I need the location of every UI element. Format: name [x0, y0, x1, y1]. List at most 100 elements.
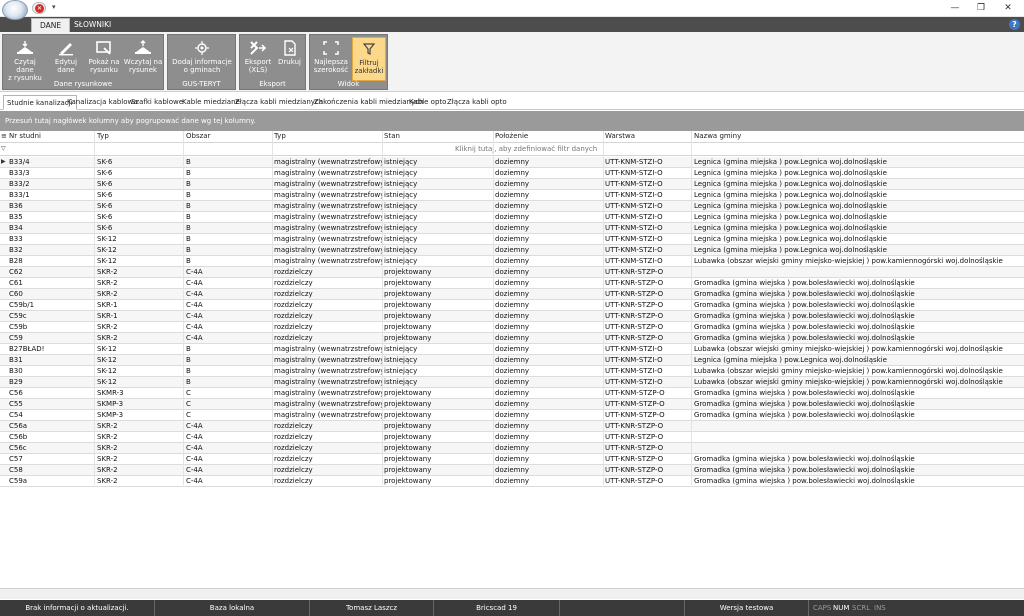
table-cell[interactable]: B [186, 213, 271, 222]
quick-access-close-button[interactable]: ✕ [32, 2, 46, 14]
table-cell[interactable]: UTT-KNM-STZP-O [605, 411, 690, 420]
table-row[interactable]: ▶ B33/4 SK-6 Bmagistralny (wewnatrzstrefowy… [0, 157, 1024, 168]
table-cell[interactable]: SKMP-3 [97, 400, 182, 409]
table-cell[interactable]: C-4A [186, 477, 271, 486]
table-cell[interactable]: istniejący [384, 367, 492, 376]
export-xls-button[interactable]: Eksport (XLS) [242, 37, 274, 81]
table-cell[interactable]: doziemny [495, 257, 603, 266]
table-cell[interactable]: Legnica (gmina miejska ) pow.Legnica woj… [694, 158, 1022, 167]
table-cell[interactable]: rozdzielczy [274, 433, 382, 442]
table-cell[interactable]: UTT-KNR-STZP-O [605, 312, 690, 321]
table-cell[interactable]: Legnica (gmina miejska ) pow.Legnica woj… [694, 180, 1022, 189]
table-cell[interactable]: projektowany [384, 444, 492, 453]
tab-slowniki[interactable]: SŁOWNIKI [66, 18, 119, 32]
table-cell[interactable]: doziemny [495, 224, 603, 233]
table-cell[interactable]: istniejący [384, 356, 492, 365]
table-cell[interactable]: C56c [9, 444, 94, 453]
table-cell[interactable]: B28 [9, 257, 94, 266]
table-cell[interactable]: SKR-1 [97, 301, 182, 310]
column-header-typ-2[interactable]: Typ [274, 132, 382, 140]
table-cell[interactable]: UTT-KNR-STZP-O [605, 444, 690, 453]
table-row[interactable]: C62 SKR-2 C-4A rozdzielczy projektowany dozie… [0, 267, 1024, 278]
table-cell[interactable]: UTT-KNM-STZI-O [605, 180, 690, 189]
table-row[interactable]: C58 SKR-2 C-4A rozdzielczy projektowany dozie… [0, 465, 1024, 476]
table-cell[interactable]: C-4A [186, 279, 271, 288]
table-cell[interactable]: SK-12 [97, 235, 182, 244]
add-municipality-info-button[interactable]: Dodaj informacje o gminach [170, 37, 234, 81]
table-cell[interactable]: istniejący [384, 257, 492, 266]
table-cell[interactable]: B [186, 169, 271, 178]
table-cell[interactable]: doziemny [495, 235, 603, 244]
table-cell[interactable]: SKR-1 [97, 312, 182, 321]
table-cell[interactable]: B [186, 180, 271, 189]
table-row[interactable]: B30 SK-12 Bmagistralny (wewnatrzstrefowy) i… [0, 366, 1024, 377]
table-row[interactable]: C60 SKR-2 C-4A rozdzielczy projektowany dozie… [0, 289, 1024, 300]
table-cell[interactable]: doziemny [495, 202, 603, 211]
table-cell[interactable]: SKMP-3 [97, 411, 182, 420]
table-cell[interactable]: C-4A [186, 466, 271, 475]
table-row[interactable]: B36 SK-6 Bmagistralny (wewnatrzstrefowy) is… [0, 201, 1024, 212]
table-cell[interactable]: B [186, 345, 271, 354]
table-cell[interactable]: C-4A [186, 268, 271, 277]
table-cell[interactable]: istniejący [384, 158, 492, 167]
table-cell[interactable]: SKR-2 [97, 477, 182, 486]
restore-button[interactable]: ❐ [970, 2, 992, 14]
table-cell[interactable]: Gromadka (gmina wiejska ) pow.bolesławie… [694, 400, 1022, 409]
table-cell[interactable]: B [186, 246, 271, 255]
quick-access-dropdown-icon[interactable]: ▾ [52, 3, 56, 11]
table-cell[interactable]: rozdzielczy [274, 334, 382, 343]
table-cell[interactable]: magistralny (wewnatrzstrefowy) [274, 378, 382, 387]
table-cell[interactable]: rozdzielczy [274, 323, 382, 332]
table-cell[interactable]: C-4A [186, 433, 271, 442]
table-cell[interactable]: istniejący [384, 191, 492, 200]
table-cell[interactable]: Gromadka (gmina wiejska ) pow.bolesławie… [694, 477, 1022, 486]
table-row[interactable]: B34 SK-6 Bmagistralny (wewnatrzstrefowy) is… [0, 223, 1024, 234]
table-cell[interactable]: B [186, 224, 271, 233]
table-cell[interactable]: Gromadka (gmina wiejska ) pow.bolesławie… [694, 301, 1022, 310]
table-cell[interactable]: magistralny (wewnatrzstrefowy) [274, 169, 382, 178]
table-cell[interactable]: istniejący [384, 345, 492, 354]
table-cell[interactable]: Gromadka (gmina wiejska ) pow.bolesławie… [694, 455, 1022, 464]
table-cell[interactable]: magistralny (wewnatrzstrefowy) [274, 202, 382, 211]
table-row[interactable]: B35 SK-6 Bmagistralny (wewnatrzstrefowy) is… [0, 212, 1024, 223]
table-cell[interactable]: UTT-KNR-STZP-O [605, 290, 690, 299]
load-to-drawing-button[interactable]: Wczytaj na rysunek [123, 37, 163, 81]
table-cell[interactable]: Gromadka (gmina wiejska ) pow.bolesławie… [694, 312, 1022, 321]
table-cell[interactable]: rozdzielczy [274, 444, 382, 453]
table-cell[interactable]: B [186, 367, 271, 376]
table-cell[interactable]: Legnica (gmina miejska ) pow.Legnica woj… [694, 356, 1022, 365]
table-cell[interactable]: UTT-KNM-STZI-O [605, 367, 690, 376]
table-cell[interactable]: B [186, 356, 271, 365]
table-cell[interactable]: C60 [9, 290, 94, 299]
table-cell[interactable]: C59b [9, 323, 94, 332]
filter-icon[interactable]: ▽ [1, 145, 6, 152]
close-window-button[interactable]: ✕ [997, 2, 1019, 14]
table-cell[interactable]: B [186, 378, 271, 387]
table-cell[interactable]: SKR-2 [97, 290, 182, 299]
column-header-stan[interactable]: Stan [384, 132, 492, 140]
table-cell[interactable]: Legnica (gmina miejska ) pow.Legnica woj… [694, 202, 1022, 211]
table-cell[interactable]: C-4A [186, 444, 271, 453]
table-cell[interactable]: doziemny [495, 323, 603, 332]
table-cell[interactable]: doziemny [495, 312, 603, 321]
table-row[interactable]: C54 SKMP-3 Cmagistralny (wewnatrzstrefowy)… [0, 410, 1024, 421]
table-cell[interactable]: Legnica (gmina miejska ) pow.Legnica woj… [694, 169, 1022, 178]
table-cell[interactable]: B33/1 [9, 191, 94, 200]
table-cell[interactable]: magistralny (wewnatrzstrefowy) [274, 191, 382, 200]
table-cell[interactable]: istniejący [384, 235, 492, 244]
column-header-typ[interactable]: Typ [97, 132, 182, 140]
table-cell[interactable]: SKR-2 [97, 334, 182, 343]
table-cell[interactable]: C [186, 400, 271, 409]
table-cell[interactable]: B30 [9, 367, 94, 376]
table-cell[interactable]: rozdzielczy [274, 290, 382, 299]
table-cell[interactable]: istniejący [384, 213, 492, 222]
table-row[interactable]: B27BŁAD! SK-12 Bmagistralny (wewnatrzstref… [0, 344, 1024, 355]
table-cell[interactable]: rozdzielczy [274, 422, 382, 431]
table-cell[interactable]: projektowany [384, 334, 492, 343]
table-cell[interactable]: rozdzielczy [274, 301, 382, 310]
table-cell[interactable]: B [186, 191, 271, 200]
table-cell[interactable]: SKR-2 [97, 466, 182, 475]
table-cell[interactable]: UTT-KNR-STZP-O [605, 433, 690, 442]
table-row[interactable]: B33/3 SK-6 Bmagistralny (wewnatrzstrefowy)… [0, 168, 1024, 179]
table-cell[interactable]: SKR-2 [97, 455, 182, 464]
